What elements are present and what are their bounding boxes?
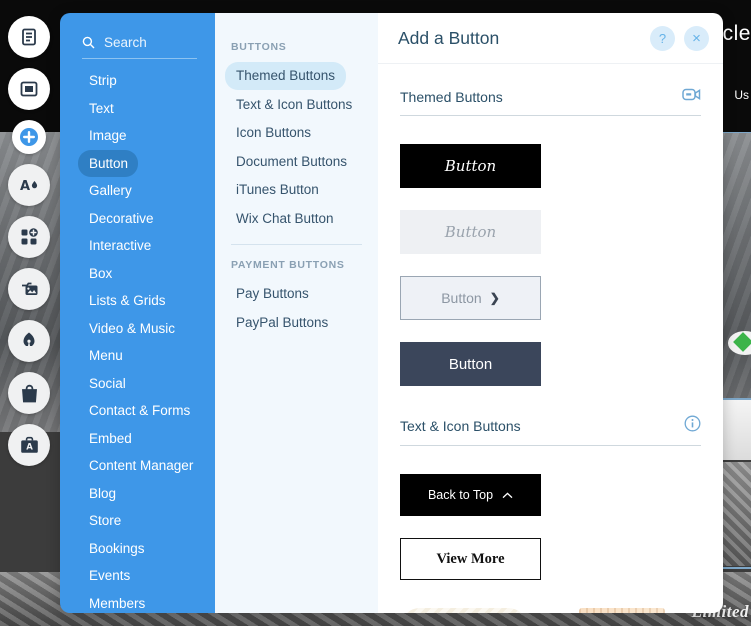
- back-to-top-button[interactable]: Back to Top: [400, 474, 541, 516]
- category-item-box[interactable]: Box: [78, 260, 122, 288]
- chevron-right-icon: ❯: [489, 291, 500, 305]
- category-item-bookings[interactable]: Bookings: [78, 535, 155, 563]
- store-bag-icon: [20, 383, 39, 404]
- sidebar-item-business-tools[interactable]: A: [8, 424, 50, 466]
- subcategory-item-text-icon-buttons[interactable]: Text & Icon Buttons: [225, 91, 363, 119]
- decorative-buttons-grid: SALE SEND: [400, 586, 701, 613]
- gallery-scroll-area[interactable]: Themed Buttons Button Button Button ❯ Bu…: [378, 64, 723, 613]
- panel-title-bar: Add a Button ? ×: [378, 13, 723, 64]
- category-item-image[interactable]: Image: [78, 122, 137, 150]
- blog-pen-icon: [21, 331, 37, 352]
- themed-button-slate[interactable]: Button: [400, 342, 541, 386]
- apps-icon: [19, 227, 39, 247]
- view-more-button[interactable]: View More: [400, 538, 541, 580]
- category-item-content-manager[interactable]: Content Manager: [78, 452, 203, 480]
- sample-label: Button: [441, 290, 482, 306]
- category-item-button[interactable]: Button: [78, 149, 139, 177]
- category-item-video-music[interactable]: Video & Music: [78, 315, 185, 343]
- page-title: Add a Button: [398, 27, 500, 48]
- background-site-logo-text: cle: [722, 22, 751, 45]
- grid-spacer: [547, 608, 560, 613]
- help-button[interactable]: ?: [650, 25, 675, 51]
- subcategory-heading-buttons: BUTTONS: [231, 41, 287, 53]
- svg-text:A: A: [20, 179, 30, 194]
- button-gallery-column: Add a Button ? × Themed Buttons Button B…: [378, 13, 723, 613]
- category-item-contact-forms[interactable]: Contact & Forms: [78, 397, 200, 425]
- chevron-up-icon: [502, 488, 513, 502]
- close-icon: ×: [692, 29, 701, 47]
- category-item-blog[interactable]: Blog: [78, 480, 126, 508]
- info-icon[interactable]: [684, 415, 701, 437]
- video-camera-icon[interactable]: [682, 87, 701, 107]
- svg-text:A: A: [26, 442, 33, 452]
- sample-label: View More: [436, 550, 505, 567]
- pages-icon: [19, 27, 39, 47]
- sidebar-item-add-elements[interactable]: [12, 120, 46, 154]
- subcategory-item-icon-buttons[interactable]: Icon Buttons: [225, 119, 322, 147]
- subcategory-item-paypal-buttons[interactable]: PayPal Buttons: [225, 309, 339, 337]
- sale-chevron-button[interactable]: SALE: [400, 608, 528, 613]
- business-kit-icon: A: [19, 436, 40, 455]
- themed-button-black-script[interactable]: Button: [400, 144, 541, 188]
- section-title: Themed Buttons: [400, 89, 503, 105]
- sample-label: Back to Top: [427, 488, 494, 502]
- section-title: Text & Icon Buttons: [400, 418, 521, 434]
- send-wood-button[interactable]: SEND: [579, 608, 665, 613]
- section-header-themed-buttons: Themed Buttons: [400, 64, 701, 116]
- editor-tool-rail: A A: [0, 0, 58, 626]
- sidebar-item-background[interactable]: [8, 68, 50, 110]
- subcategory-item-themed-buttons[interactable]: Themed Buttons: [225, 62, 347, 90]
- themed-buttons-grid: Button Button Button ❯ Button: [400, 116, 701, 392]
- category-item-embed[interactable]: Embed: [78, 425, 142, 453]
- search-input[interactable]: [104, 35, 197, 50]
- button-subcategory-column: BUTTONS Themed Buttons Text & Icon Butto…: [215, 13, 378, 613]
- design-icon: A: [18, 175, 40, 195]
- sidebar-item-apps[interactable]: [8, 216, 50, 258]
- category-item-strip[interactable]: Strip: [78, 67, 127, 95]
- subcategory-heading-payment-buttons: PAYMENT BUTTONS: [231, 259, 345, 271]
- element-category-column: Strip Text Image Button Gallery Decorati…: [60, 13, 215, 613]
- subcategory-item-document-buttons[interactable]: Document Buttons: [225, 148, 358, 176]
- sidebar-item-my-media[interactable]: [8, 268, 50, 310]
- question-mark-icon: ?: [658, 30, 667, 46]
- category-item-events[interactable]: Events: [78, 562, 140, 590]
- sidebar-item-store[interactable]: [8, 372, 50, 414]
- category-item-decorative[interactable]: Decorative: [78, 205, 164, 233]
- sample-label: Button: [448, 355, 493, 373]
- section-header-text-icon-buttons: Text & Icon Buttons: [400, 392, 701, 446]
- sidebar-item-blog[interactable]: [8, 320, 50, 362]
- category-item-lists-grids[interactable]: Lists & Grids: [78, 287, 176, 315]
- category-item-menu[interactable]: Menu: [78, 342, 133, 370]
- themed-button-light-script[interactable]: Button: [400, 210, 541, 254]
- themed-button-outline-arrow[interactable]: Button ❯: [400, 276, 541, 320]
- search-icon: [82, 36, 95, 49]
- subcategory-item-itunes-button[interactable]: iTunes Button: [225, 176, 330, 204]
- sidebar-item-pages[interactable]: [8, 16, 50, 58]
- background-site-nav-text: Us: [734, 88, 749, 102]
- media-icon: [19, 279, 40, 299]
- text-icon-buttons-grid: Back to Top View More: [400, 446, 701, 586]
- category-item-text[interactable]: Text: [78, 95, 124, 123]
- sample-label: Button: [444, 157, 497, 175]
- sample-label: Button: [444, 223, 497, 241]
- search-row: [82, 35, 197, 58]
- add-elements-icon: [18, 126, 40, 148]
- subcategory-item-pay-buttons[interactable]: Pay Buttons: [225, 280, 320, 308]
- close-button[interactable]: ×: [684, 25, 709, 51]
- category-item-social[interactable]: Social: [78, 370, 136, 398]
- add-element-panel: Strip Text Image Button Gallery Decorati…: [60, 13, 723, 613]
- subcategory-divider: [231, 244, 362, 245]
- subcategory-item-wix-chat-button[interactable]: Wix Chat Button: [225, 205, 345, 233]
- search-underline: [82, 58, 197, 59]
- background-icon: [19, 79, 39, 99]
- category-list: Strip Text Image Button Gallery Decorati…: [60, 67, 215, 613]
- category-item-interactive[interactable]: Interactive: [78, 232, 161, 260]
- category-item-store[interactable]: Store: [78, 507, 131, 535]
- sidebar-item-design[interactable]: A: [8, 164, 50, 206]
- category-item-members[interactable]: Members: [78, 590, 155, 614]
- category-item-gallery[interactable]: Gallery: [78, 177, 142, 205]
